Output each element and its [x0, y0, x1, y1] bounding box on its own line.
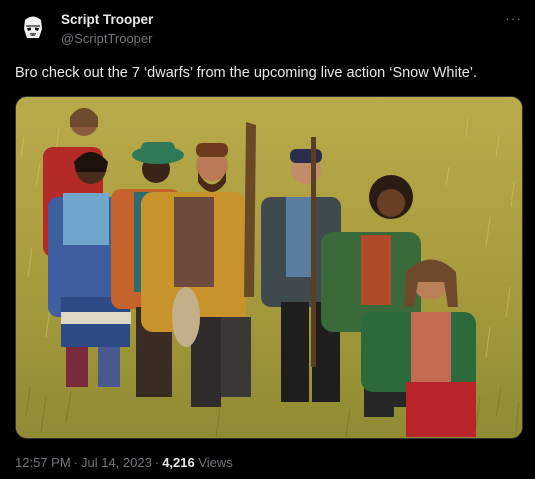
meta-separator: · — [73, 455, 78, 470]
tweet: Script Trooper @ScriptTrooper ··· Bro ch… — [0, 0, 535, 479]
more-options-icon[interactable]: ··· — [505, 10, 522, 26]
tweet-date[interactable]: Jul 14, 2023 — [81, 455, 152, 470]
tweet-photo[interactable] — [15, 96, 523, 439]
tweet-meta: 12:57 PM · Jul 14, 2023 · 4,216 Views — [15, 455, 233, 470]
photo-meadow-group — [16, 97, 522, 438]
meta-separator: · — [154, 455, 160, 470]
author-name[interactable]: Script Trooper — [61, 12, 153, 27]
author-avatar[interactable] — [16, 11, 50, 45]
tweet-text: Bro check out the 7 ‘dwarfs’ from the up… — [15, 65, 478, 81]
author-handle[interactable]: @ScriptTrooper — [61, 31, 152, 46]
tweet-time[interactable]: 12:57 PM — [15, 455, 71, 470]
stormtrooper-helmet-icon — [16, 11, 50, 45]
views-count: 4,216 — [162, 455, 195, 470]
views-label: Views — [198, 455, 233, 470]
